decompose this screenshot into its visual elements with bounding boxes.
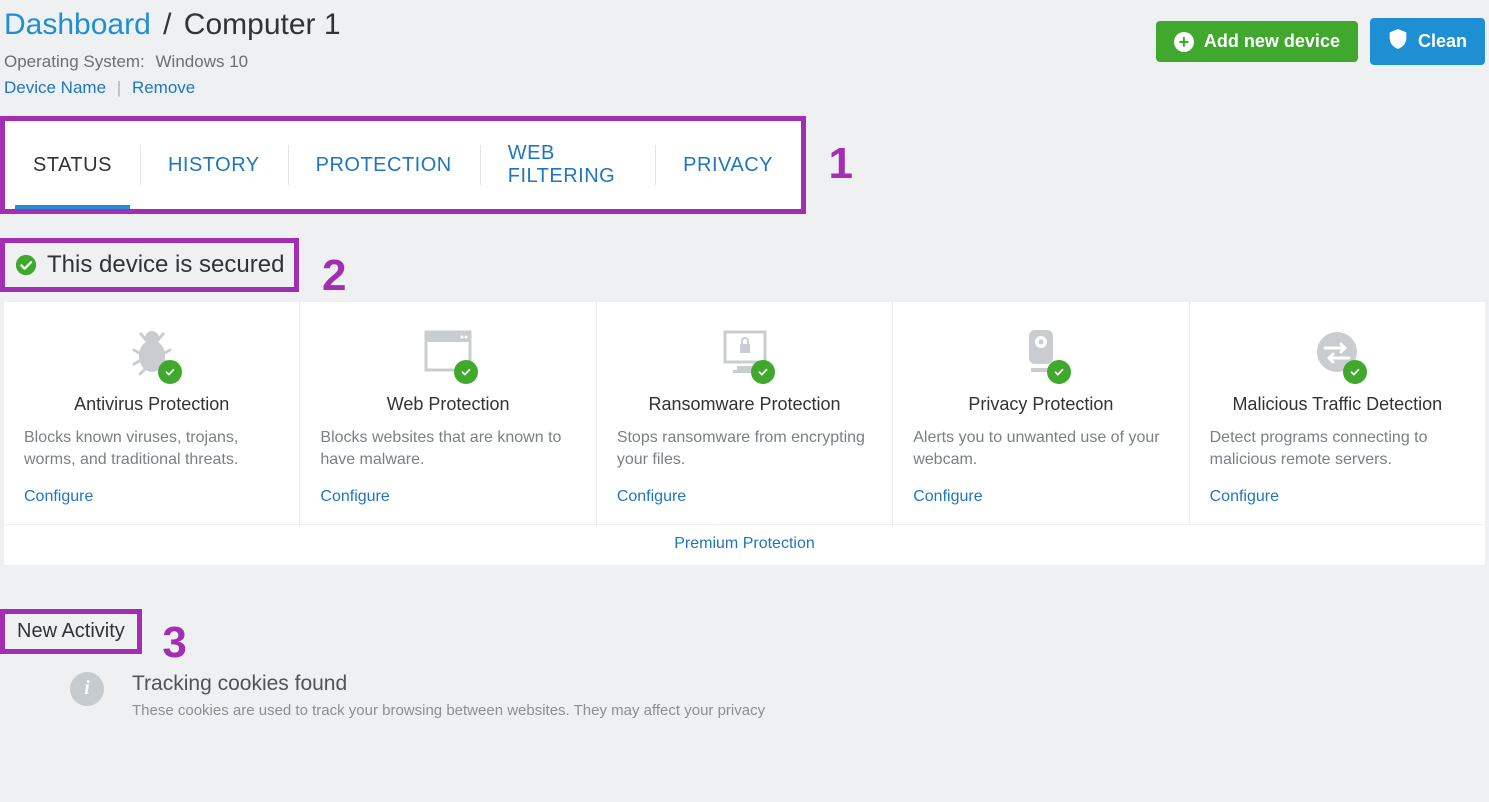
tab-history[interactable]: HISTORY [140, 121, 288, 209]
device-actions: Device Name | Remove [4, 78, 341, 98]
card-title: Antivirus Protection [24, 394, 279, 415]
configure-link[interactable]: Configure [617, 488, 686, 506]
shield-icon [1388, 28, 1408, 55]
configure-link[interactable]: Configure [1210, 488, 1279, 506]
activity-item: i Tracking cookies found These cookies a… [0, 654, 1489, 719]
status-ok-badge-icon [1343, 360, 1367, 384]
add-device-button[interactable]: + Add new device [1156, 21, 1358, 62]
card-ransomware: Ransomware Protection Stops ransomware f… [596, 302, 892, 524]
tab-web-filtering[interactable]: WEB FILTERING [480, 121, 655, 209]
card-antivirus: Antivirus Protection Blocks known viruse… [4, 302, 299, 524]
status-ok-badge-icon [158, 360, 182, 384]
tab-status[interactable]: STATUS [5, 121, 140, 209]
breadcrumb-dashboard[interactable]: Dashboard [4, 8, 151, 41]
status-ok-badge-icon [454, 360, 478, 384]
breadcrumb-separator: / [163, 8, 171, 41]
card-title: Ransomware Protection [617, 394, 872, 415]
card-title: Privacy Protection [913, 394, 1168, 415]
new-activity-heading: New Activity [5, 614, 137, 649]
configure-link[interactable]: Configure [320, 488, 389, 506]
card-desc: Stops ransomware from encrypting your fi… [617, 427, 872, 472]
card-desc: Alerts you to unwanted use of your webca… [913, 427, 1168, 472]
status-ok-badge-icon [751, 360, 775, 384]
actions-divider: | [117, 78, 121, 97]
tab-protection[interactable]: PROTECTION [288, 121, 480, 209]
card-desc: Blocks websites that are known to have m… [320, 427, 575, 472]
tabs: STATUS HISTORY PROTECTION WEB FILTERING … [5, 121, 801, 209]
annotation-3: 3 [162, 618, 186, 668]
card-traffic: Malicious Traffic Detection Detect progr… [1189, 302, 1485, 524]
clean-label: Clean [1418, 31, 1467, 52]
os-line: Operating System: Windows 10 [4, 52, 341, 72]
protection-cards-panel: Antivirus Protection Blocks known viruse… [4, 302, 1485, 565]
card-desc: Detect programs connecting to malicious … [1210, 427, 1465, 472]
activity-item-title: Tracking cookies found [132, 672, 765, 696]
device-status: This device is secured [5, 243, 294, 287]
breadcrumb: Dashboard / Computer 1 [4, 8, 341, 42]
annotation-2: 2 [322, 251, 346, 301]
plus-circle-icon: + [1174, 32, 1194, 52]
activity-item-desc: These cookies are used to track your bro… [132, 702, 765, 719]
card-desc: Blocks known viruses, trojans, worms, an… [24, 427, 279, 472]
premium-protection-link[interactable]: Premium Protection [674, 535, 815, 552]
configure-link[interactable]: Configure [24, 488, 93, 506]
os-value: Windows 10 [156, 52, 249, 71]
card-title: Malicious Traffic Detection [1210, 394, 1465, 415]
tab-privacy[interactable]: PRIVACY [655, 121, 801, 209]
card-web-protection: Web Protection Blocks websites that are … [299, 302, 595, 524]
configure-link[interactable]: Configure [913, 488, 982, 506]
status-ok-badge-icon [1047, 360, 1071, 384]
annotation-1: 1 [829, 139, 853, 189]
os-label: Operating System: [4, 52, 145, 71]
breadcrumb-device: Computer 1 [184, 8, 341, 41]
rename-device-link[interactable]: Device Name [4, 78, 106, 97]
clean-button[interactable]: Clean [1370, 18, 1485, 65]
info-icon: i [70, 672, 104, 706]
add-device-label: Add new device [1204, 31, 1340, 52]
remove-device-link[interactable]: Remove [132, 78, 195, 97]
card-title: Web Protection [320, 394, 575, 415]
card-privacy: Privacy Protection Alerts you to unwante… [892, 302, 1188, 524]
check-circle-icon [15, 254, 37, 276]
device-status-text: This device is secured [47, 251, 284, 279]
